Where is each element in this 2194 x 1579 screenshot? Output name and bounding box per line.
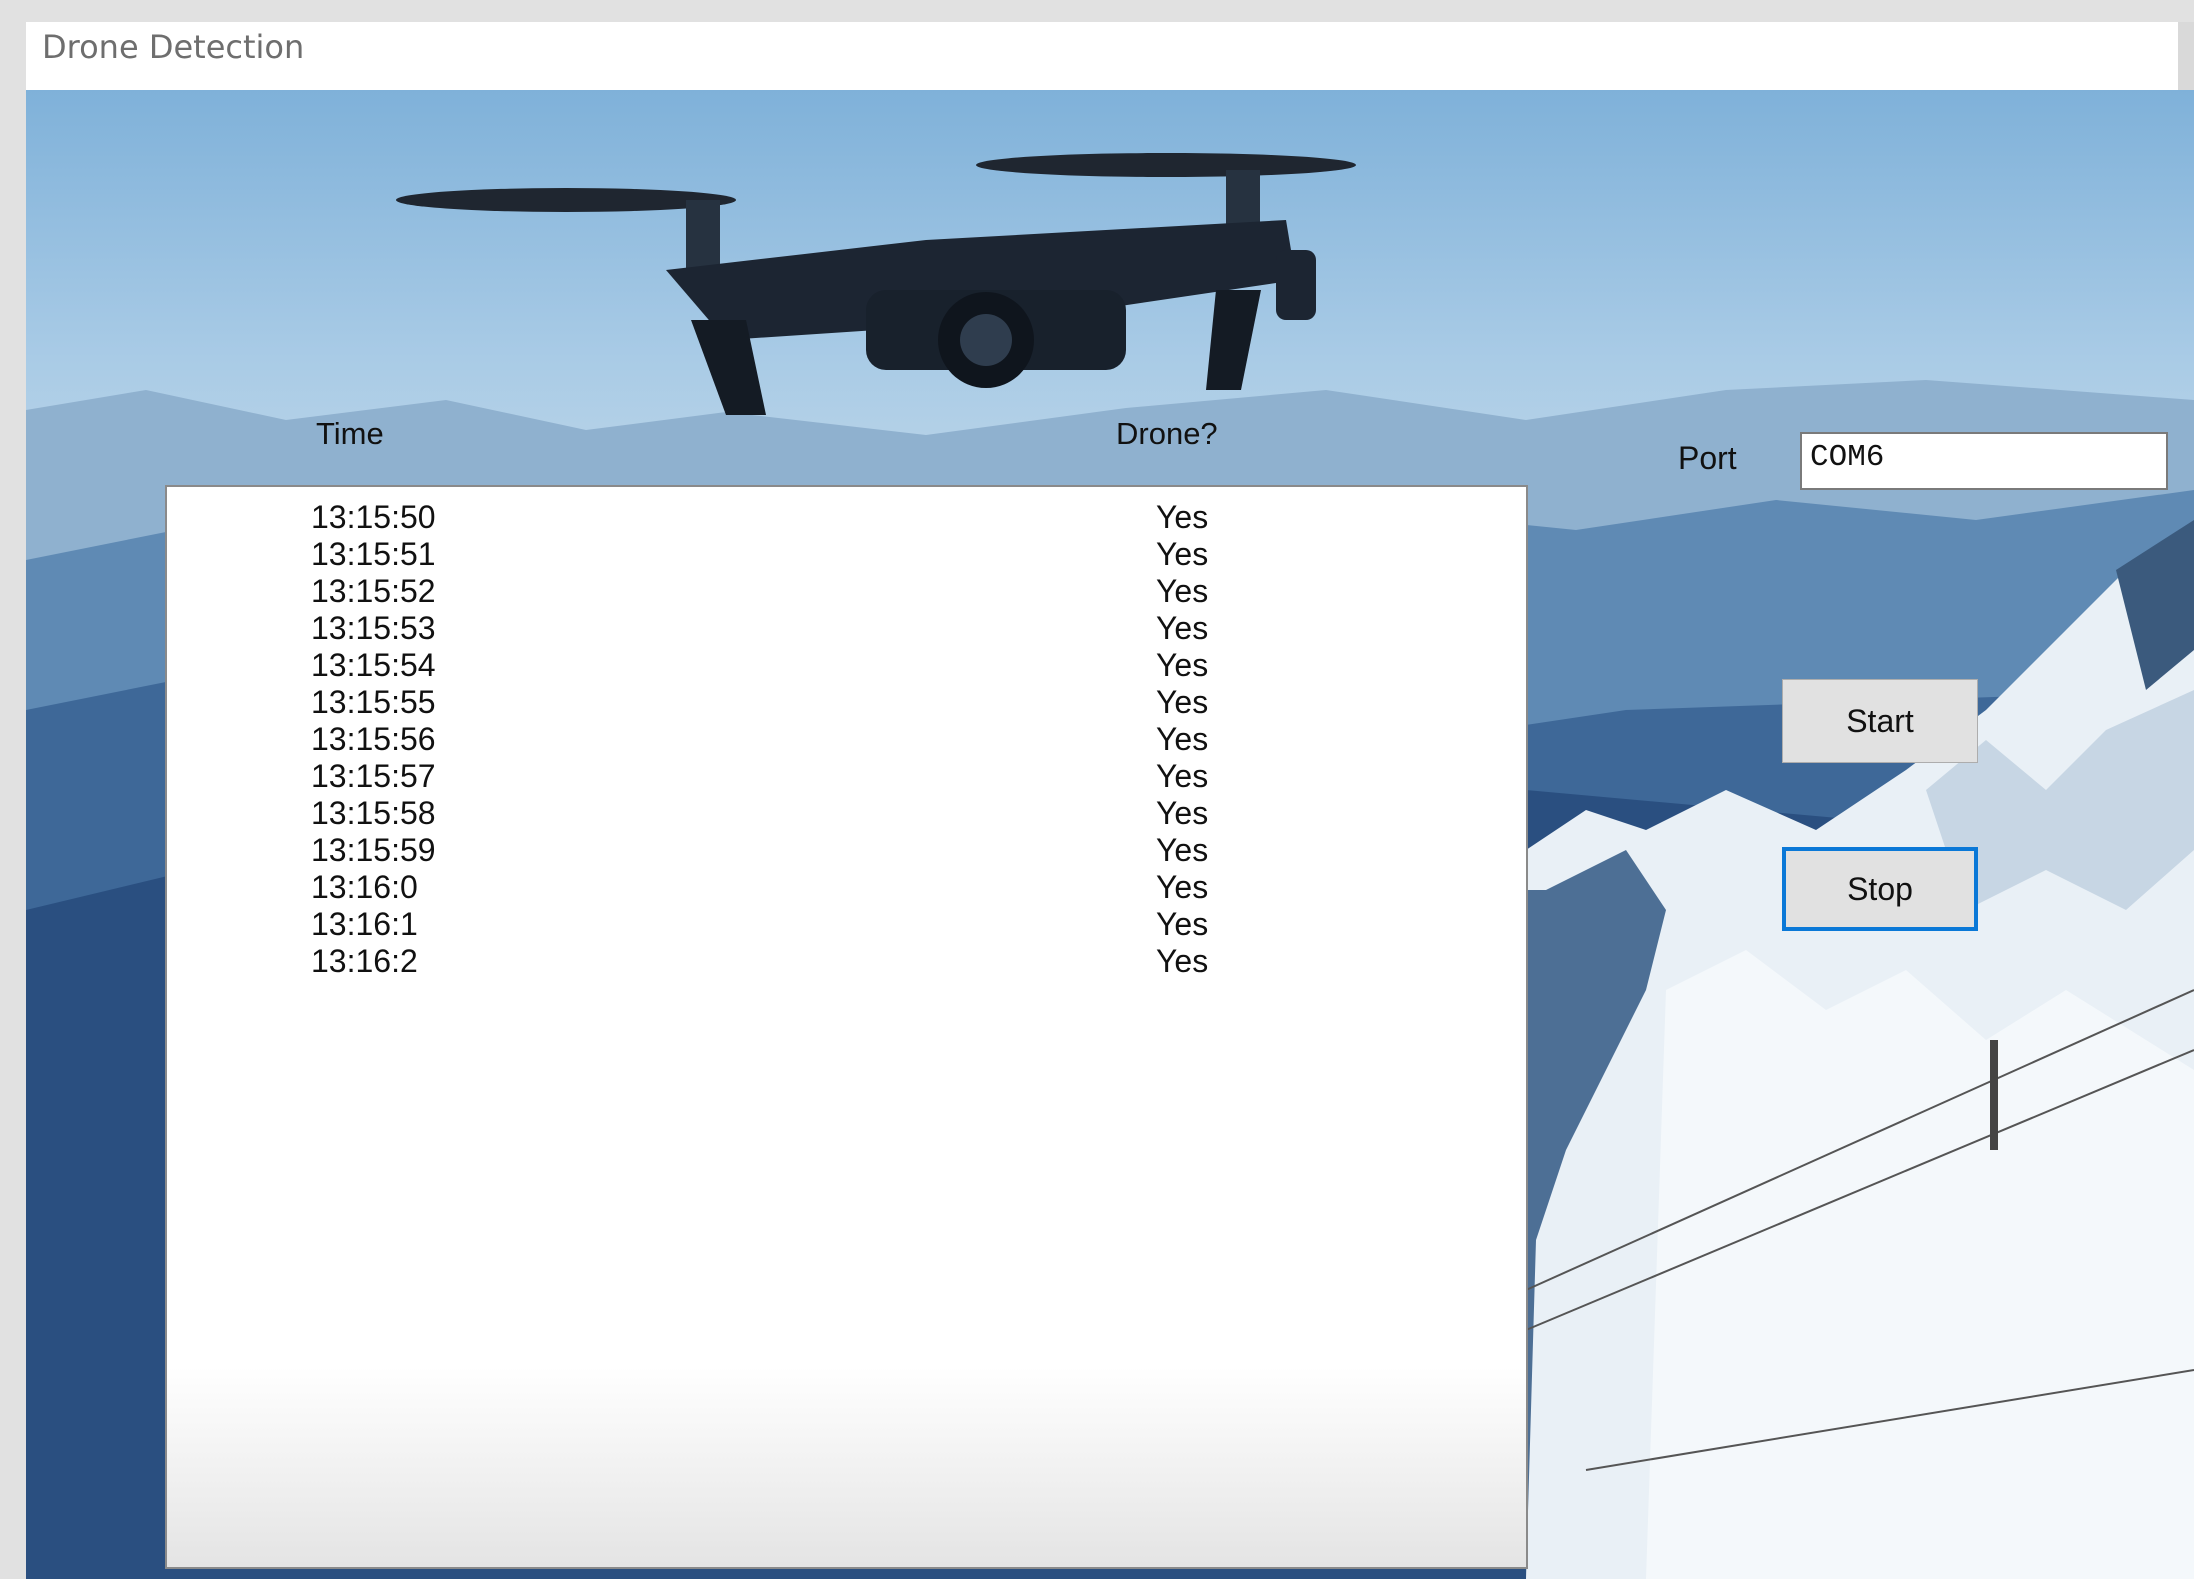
row-time: 13:15:52 xyxy=(311,573,436,609)
window-edge xyxy=(2178,22,2194,90)
list-item[interactable]: 13:15:57 Yes xyxy=(167,758,1526,795)
row-time: 13:15:50 xyxy=(311,499,436,535)
row-time: 13:15:59 xyxy=(311,832,436,868)
column-header-time: Time xyxy=(316,416,384,451)
row-time: 13:15:56 xyxy=(311,721,436,757)
row-drone: Yes xyxy=(1156,647,1209,683)
row-drone: Yes xyxy=(1156,684,1209,720)
list-item[interactable]: 13:15:52 Yes xyxy=(167,573,1526,610)
row-drone: Yes xyxy=(1156,573,1209,609)
list-item[interactable]: 13:15:53 Yes xyxy=(167,610,1526,647)
list-item[interactable]: 13:16:2 Yes xyxy=(167,943,1526,980)
row-time: 13:15:51 xyxy=(311,536,436,572)
column-header-drone: Drone? xyxy=(1116,416,1218,451)
row-drone: Yes xyxy=(1156,758,1209,794)
list-item[interactable]: 13:15:51 Yes xyxy=(167,536,1526,573)
row-time: 13:15:53 xyxy=(311,610,436,646)
list-item[interactable]: 13:15:59 Yes xyxy=(167,832,1526,869)
row-drone: Yes xyxy=(1156,499,1209,535)
stop-button[interactable]: Stop xyxy=(1782,847,1978,931)
port-input[interactable]: COM6 xyxy=(1800,432,2168,490)
row-time: 13:15:58 xyxy=(311,795,436,831)
list-item[interactable]: 13:15:56 Yes xyxy=(167,721,1526,758)
row-time: 13:16:0 xyxy=(311,869,418,905)
list-item[interactable]: 13:15:55 Yes xyxy=(167,684,1526,721)
list-item[interactable]: 13:15:54 Yes xyxy=(167,647,1526,684)
background-image: Time Drone? 13:15:50 Yes 13:15:51 Yes 13:1… xyxy=(26,90,2194,1579)
row-drone: Yes xyxy=(1156,536,1209,572)
port-label: Port xyxy=(1678,440,1737,476)
detection-log-list[interactable]: 13:15:50 Yes 13:15:51 Yes 13:15:52 Yes 13:1… xyxy=(165,485,1528,1569)
list-item[interactable]: 13:16:1 Yes xyxy=(167,906,1526,943)
row-time: 13:16:2 xyxy=(311,943,418,979)
row-time: 13:15:57 xyxy=(311,758,436,794)
row-time: 13:15:54 xyxy=(311,647,436,683)
row-drone: Yes xyxy=(1156,943,1209,979)
list-item[interactable]: 13:15:58 Yes xyxy=(167,795,1526,832)
row-drone: Yes xyxy=(1156,906,1209,942)
row-drone: Yes xyxy=(1156,610,1209,646)
list-item[interactable]: 13:16:0 Yes xyxy=(167,869,1526,906)
app-window: Drone Detection Time Drone? 13:15:50 Yes… xyxy=(26,22,2194,1579)
title-bar[interactable]: Drone Detection xyxy=(26,22,2178,90)
row-time: 13:15:55 xyxy=(311,684,436,720)
row-drone: Yes xyxy=(1156,795,1209,831)
row-drone: Yes xyxy=(1156,869,1209,905)
row-time: 13:16:1 xyxy=(311,906,418,942)
list-item[interactable]: 13:15:50 Yes xyxy=(167,499,1526,536)
window-title: Drone Detection xyxy=(42,28,305,66)
drone-image xyxy=(396,153,1356,415)
row-drone: Yes xyxy=(1156,721,1209,757)
start-button[interactable]: Start xyxy=(1782,679,1978,763)
row-drone: Yes xyxy=(1156,832,1209,868)
